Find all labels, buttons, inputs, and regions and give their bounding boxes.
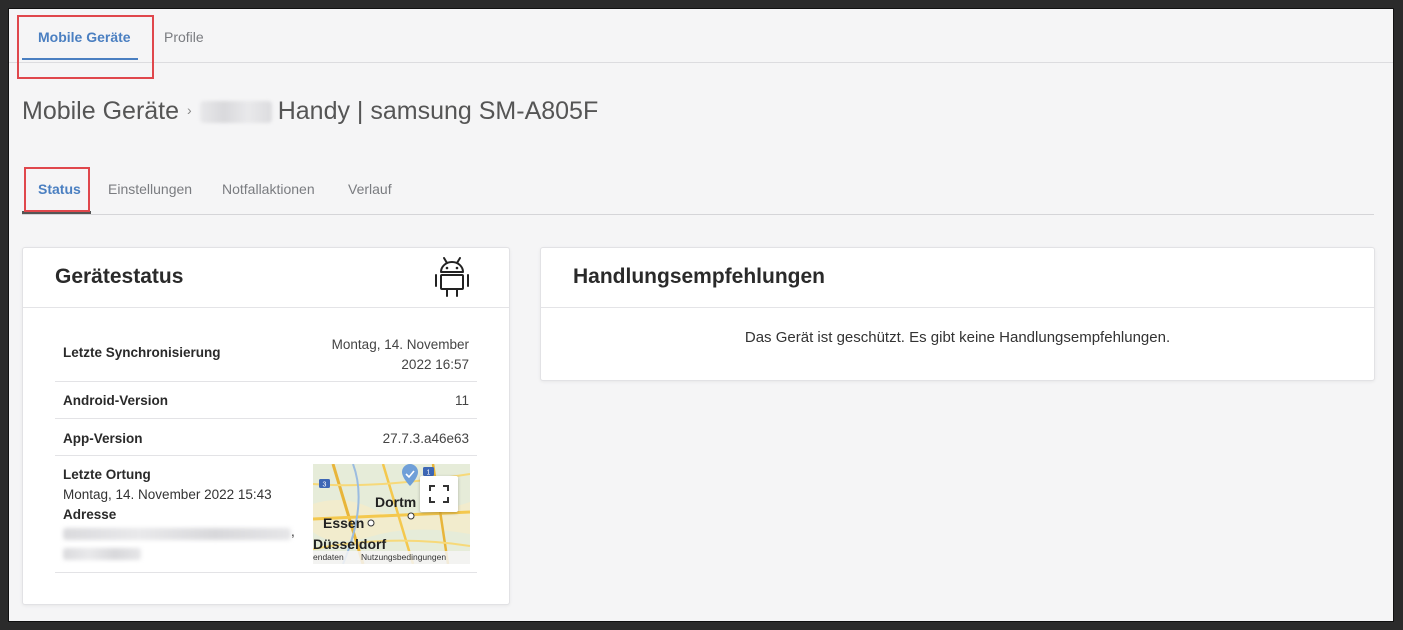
redacted-address — [63, 528, 291, 560]
row-label: App-Version — [63, 431, 143, 446]
location-timestamp: Montag, 14. November 2022 15:43 — [63, 487, 272, 502]
sync-date: Montag, 14. November — [331, 337, 469, 352]
map-fullscreen-button[interactable] — [420, 476, 458, 512]
tab-history[interactable]: Verlauf — [348, 169, 392, 211]
row-last-sync: Letzte Synchronisierung Montag, 14. Nove… — [55, 320, 477, 382]
row-app-version: App-Version 27.7.3.a46e63 — [55, 419, 477, 456]
page-title: Handy | samsung SM-A805F — [277, 97, 599, 125]
map-city-label: Essen — [323, 515, 365, 531]
top-tab-bar: Mobile Geräte Profile — [9, 9, 1393, 63]
device-status-header: Gerätestatus — [23, 248, 509, 308]
map-data-link[interactable]: endaten — [313, 551, 344, 564]
row-label: Android-Version — [63, 393, 169, 408]
map-city-label: Dortm — [375, 494, 417, 510]
row-value: 27.7.3.a46e63 — [382, 431, 469, 446]
recommendations-header: Handlungsempfehlungen — [541, 248, 1374, 308]
sub-tab-bar: Status Einstellungen Notfallaktionen Ver… — [22, 169, 1374, 215]
location-label: Letzte Ortung — [63, 467, 151, 482]
app-window: Mobile Geräte Profile Mobile Geräte › Hand… — [9, 9, 1393, 621]
breadcrumb-separator: › — [187, 102, 192, 118]
map-city-label: Düsseldorf — [313, 536, 387, 552]
recommendations-title: Handlungsempfehlungen — [573, 265, 825, 288]
row-android-version: Android-Version 11 — [55, 382, 477, 419]
recommendations-message: Das Gerät ist geschützt. Es gibt keine H… — [744, 329, 1171, 346]
device-status-title: Gerätestatus — [55, 265, 184, 288]
breadcrumb-root[interactable]: Mobile Geräte — [22, 97, 179, 125]
redacted-device-owner — [199, 101, 272, 124]
sync-time: 2022 16:57 — [401, 357, 469, 372]
tab-emergency-actions[interactable]: Notfallaktionen — [222, 169, 315, 211]
address-comma: , — [291, 524, 295, 539]
recommendations-card: Handlungsempfehlungen Das Gerät ist gesc… — [540, 247, 1375, 381]
row-value: 11 — [454, 393, 469, 408]
device-status-list: Letzte Synchronisierung Montag, 14. Nove… — [55, 320, 477, 573]
location-map[interactable]: 3 1 Dortm Essen Düsseldorf endaten Nutzu… — [313, 464, 470, 564]
device-status-card: Gerätestatus Letzte Synchronisierung Mon… — [22, 247, 510, 605]
redacted-address-line — [63, 548, 141, 560]
redacted-address-line — [63, 528, 291, 540]
row-last-location: Letzte Ortung Montag, 14. November 2022 … — [55, 456, 477, 573]
map-attribution: endaten Nutzungsbedingungen — [313, 551, 470, 564]
highlight-box-status-tab — [24, 167, 90, 212]
road-badge-label: 3 — [323, 482, 327, 489]
android-icon — [435, 257, 469, 297]
map-terms-link[interactable]: Nutzungsbedingungen — [361, 551, 446, 564]
fullscreen-icon — [429, 485, 449, 503]
row-value: Montag, 14. November 2022 16:57 — [332, 335, 469, 375]
tab-profile[interactable]: Profile — [164, 9, 204, 62]
tab-settings[interactable]: Einstellungen — [108, 169, 192, 211]
highlight-box-top-tab — [17, 15, 154, 79]
address-label: Adresse — [63, 507, 117, 522]
breadcrumb: Mobile Geräte › Handy | samsung SM-A805F — [22, 97, 598, 131]
row-label: Letzte Synchronisierung — [63, 345, 221, 360]
